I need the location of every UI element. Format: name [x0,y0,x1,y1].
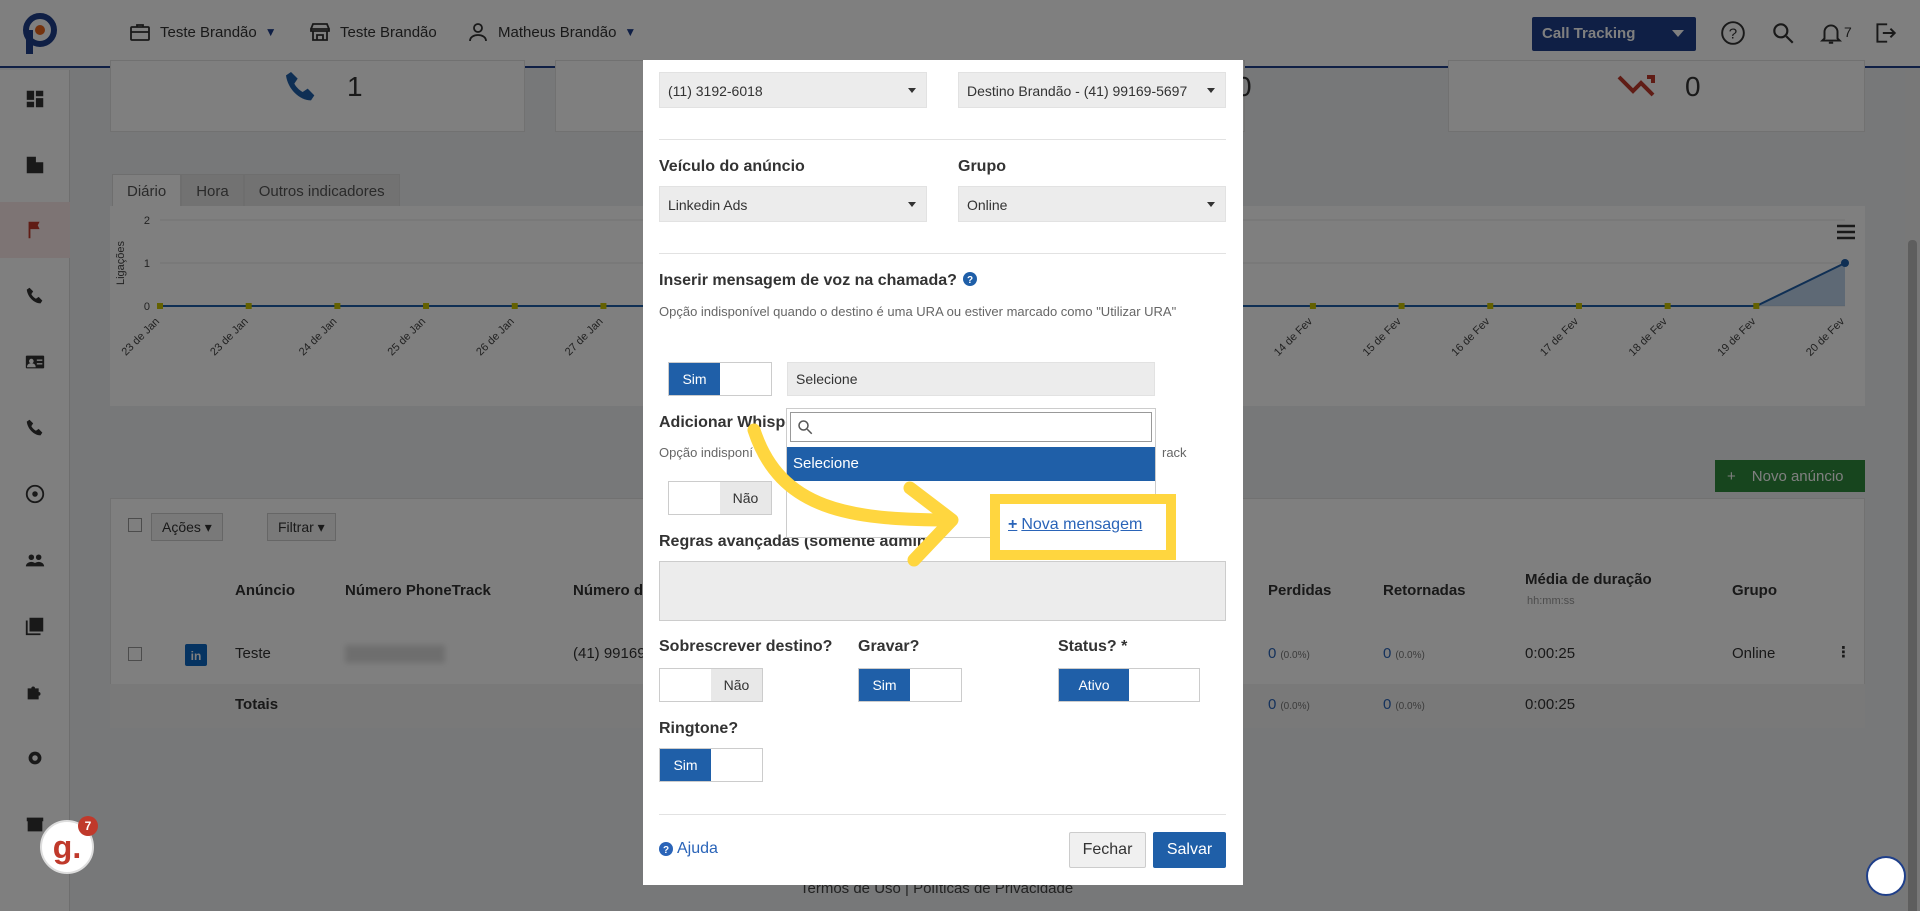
toggle-on [660,669,711,701]
plus-icon: + [1008,516,1018,533]
voice-message-label: Inserir mensagem de voz na chamada? ? [659,272,978,290]
new-message-link-text: Nova mensagem [1021,516,1143,533]
phonetrack-number-select[interactable]: (11) 3192-6018 [659,72,927,108]
toggle-off [720,363,771,395]
info-icon[interactable]: ? [963,272,978,286]
toggle-on: Ativo [1059,669,1129,701]
help-link[interactable]: ? Ajuda [659,840,718,858]
group-select[interactable]: Online [958,186,1226,222]
advanced-rules-textarea[interactable] [659,561,1226,621]
vehicle-label: Veículo do anúncio [659,158,805,175]
overwrite-destination-toggle[interactable]: Não [659,668,763,702]
tutorial-arrow [747,423,959,567]
caret-down-icon [1207,202,1215,207]
toggle-on: Sim [660,749,711,781]
svg-text:?: ? [663,845,669,856]
caret-down-icon [908,202,916,207]
toggle-on: Sim [859,669,910,701]
chat-unread-count: 7 [78,816,98,836]
svg-text:?: ? [967,275,973,286]
status-toggle[interactable]: Ativo [1058,668,1200,702]
save-button[interactable]: Salvar [1153,832,1226,868]
record-label: Gravar? [858,638,920,655]
status-label: Status? * [1058,638,1128,655]
whisper-help: Opção indisponí [659,445,753,460]
record-toggle[interactable]: Sim [858,668,962,702]
chat-widget-logo: g. [52,828,82,865]
vehicle-select[interactable]: Linkedin Ads [659,186,927,222]
whisper-help-tail: rack [1162,445,1187,460]
toggle-on: Sim [669,363,720,395]
ringtone-label: Ringtone? [659,720,739,737]
new-message-link[interactable]: + Nova mensagem [1008,516,1142,534]
divider [659,139,1226,140]
caret-down-icon [1207,88,1215,93]
destination-select[interactable]: Destino Brandão - (41) 99169-5697 [958,72,1226,108]
group-value: Online [967,197,1008,213]
ringtone-toggle[interactable]: Sim [659,748,763,782]
close-button[interactable]: Fechar [1069,832,1146,868]
voice-message-toggle[interactable]: Sim [668,362,772,396]
divider [659,814,1226,815]
help-circle-icon: ? [659,842,673,856]
toggle-on [669,482,720,514]
overwrite-destination-label: Sobrescrever destino? [659,638,833,655]
caret-down-icon [908,88,916,93]
vehicle-value: Linkedin Ads [668,197,748,213]
toggle-off: Não [711,669,762,701]
toggle-off [1129,669,1199,701]
voice-message-select-value: Selecione [796,371,858,387]
toggle-off [910,669,961,701]
destination-value: Destino Brandão - (41) 99169-5697 [967,83,1188,99]
voice-message-help: Opção indisponível quando o destino é um… [659,304,1177,319]
chat-widget[interactable]: g. 7 [40,816,98,874]
divider [659,253,1226,254]
toggle-off [711,749,762,781]
phonetrack-number-value: (11) 3192-6018 [668,83,763,99]
help-link-text: Ajuda [677,840,718,857]
group-label: Grupo [958,158,1006,175]
voice-message-label-text: Inserir mensagem de voz na chamada? [659,272,957,289]
support-widget[interactable] [1866,856,1906,896]
voice-message-select[interactable]: Selecione [787,362,1155,396]
